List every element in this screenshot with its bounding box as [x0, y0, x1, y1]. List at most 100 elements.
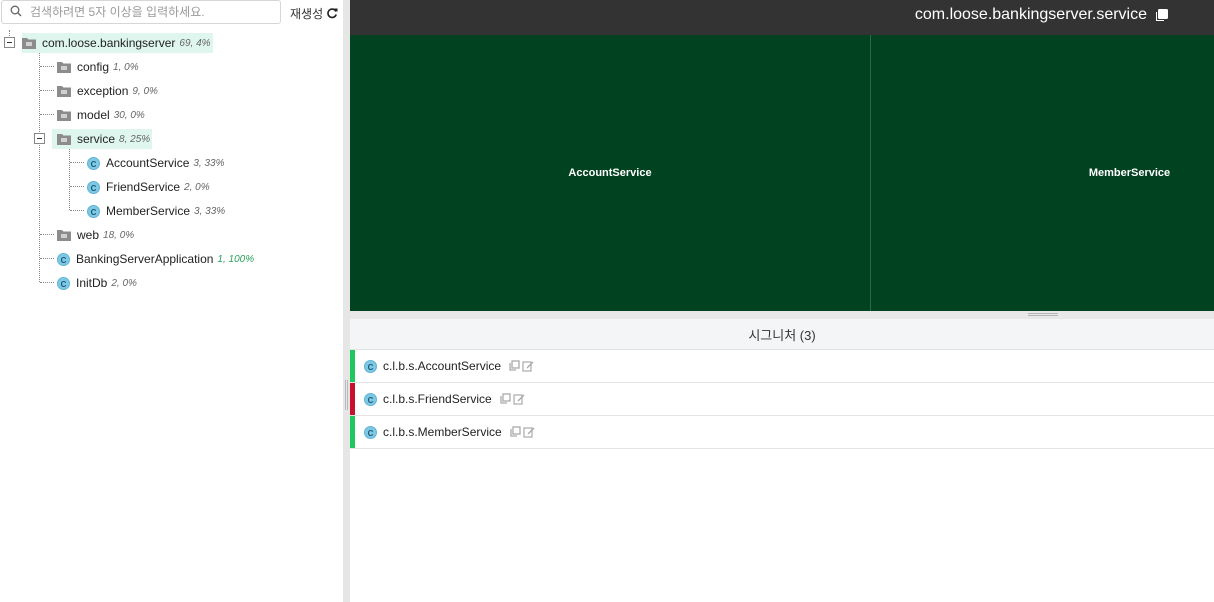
search-icon: [10, 5, 22, 17]
class-icon: C: [364, 425, 377, 439]
signature-row[interactable]: C c.l.b.s.MemberService: [350, 416, 1214, 449]
tree-item-memberservice[interactable]: C MemberService 3, 33%: [87, 201, 227, 221]
tree-item-friendservice[interactable]: C FriendService 2, 0%: [87, 177, 212, 197]
tree-item-web[interactable]: web 18, 0%: [57, 225, 136, 245]
tree-connector: [40, 282, 54, 283]
tree-connector: [40, 258, 54, 259]
status-bar: [350, 416, 355, 448]
folder-icon: [57, 134, 71, 145]
tree-item-label: exception: [77, 84, 129, 98]
package-title: com.loose.bankingserver.service: [914, 6, 1147, 23]
class-icon: C: [87, 204, 100, 218]
tree-connector: [70, 210, 84, 211]
search-box[interactable]: [1, 0, 281, 24]
signature-label: c.l.b.s.MemberService: [383, 425, 502, 439]
tree-item-label: AccountService: [106, 156, 190, 170]
treemap-cell-accountservice[interactable]: AccountService: [350, 35, 870, 311]
tree-connector: [40, 66, 54, 67]
regenerate-button[interactable]: 재생성: [290, 4, 338, 22]
collapse-toggle[interactable]: [34, 133, 45, 144]
treemap-cell-label: MemberService: [1088, 167, 1171, 179]
tree-item-accountservice[interactable]: C AccountService 3, 33%: [87, 153, 227, 173]
edit-icon[interactable]: [513, 393, 525, 405]
status-bar: [350, 350, 355, 382]
class-icon: C: [364, 359, 377, 373]
class-icon: C: [364, 392, 377, 406]
package-tree-panel: 재생성 com.loose.bankingserver 69, 4% confi…: [0, 0, 343, 602]
copy-icon[interactable]: [509, 426, 521, 438]
tree-connector: [40, 90, 54, 91]
status-bar: [350, 383, 355, 415]
tree-item-meta: 8, 25%: [119, 133, 151, 145]
edit-icon[interactable]: [522, 360, 534, 372]
tree-item-label: FriendService: [106, 180, 181, 194]
tree-item-label: config: [77, 60, 110, 74]
tree-connector: [40, 234, 54, 235]
vertical-splitter[interactable]: [343, 0, 350, 602]
tree-item-label: model: [77, 108, 110, 122]
row-actions: [499, 393, 525, 405]
tree-item-meta: 9, 0%: [132, 85, 158, 97]
tree-connector: [40, 114, 54, 115]
signature-row[interactable]: C c.l.b.s.FriendService: [350, 383, 1214, 416]
tree-item-root[interactable]: com.loose.bankingserver 69, 4%: [22, 33, 213, 53]
tree-item-meta: 30, 0%: [113, 109, 145, 121]
copy-icon[interactable]: [499, 393, 511, 405]
class-icon: C: [87, 156, 100, 170]
treemap-cell-memberservice[interactable]: MemberService: [871, 35, 1214, 311]
copy-icon[interactable]: [508, 360, 520, 372]
tree-item-label: service: [77, 132, 116, 146]
treemap-cell-label: AccountService: [568, 167, 652, 179]
header-bar: com.loose.bankingserver.service: [350, 0, 1214, 35]
tree-item-service[interactable]: service 8, 25%: [52, 129, 153, 149]
horizontal-splitter[interactable]: [350, 311, 1214, 319]
detail-panel: com.loose.bankingserver.service AccountS…: [350, 0, 1214, 602]
tree-item-label: com.loose.bankingserver: [42, 36, 176, 50]
tree-item-model[interactable]: model 30, 0%: [57, 105, 147, 125]
tree-item-meta: 2, 0%: [184, 181, 210, 193]
tree-item-label: BankingServerApplication: [76, 252, 214, 266]
collapse-toggle[interactable]: [4, 37, 15, 48]
refresh-icon: [327, 8, 338, 19]
tree-connector: [69, 146, 70, 210]
folder-icon: [57, 86, 71, 97]
folder-icon: [57, 230, 71, 241]
treemap: AccountService MemberService: [350, 35, 1214, 311]
tree-item-meta: 3, 33%: [193, 157, 225, 169]
edit-icon[interactable]: [523, 426, 535, 438]
tree-item-label: web: [77, 228, 100, 242]
search-row: 재생성: [0, 0, 343, 26]
tree-item-config[interactable]: config 1, 0%: [57, 57, 141, 77]
row-actions: [509, 426, 535, 438]
splitter-grip[interactable]: [1028, 313, 1058, 316]
tree-item-initdb[interactable]: C InitDb 2, 0%: [57, 273, 139, 293]
tree-connector: [70, 162, 84, 163]
tree-item-exception[interactable]: exception 9, 0%: [57, 81, 160, 101]
copy-icon[interactable]: [1153, 8, 1169, 24]
search-input[interactable]: [30, 2, 275, 22]
tree-item-meta: 1, 0%: [113, 61, 139, 73]
tree-item-bankingserverapplication[interactable]: C BankingServerApplication 1, 100%: [57, 249, 256, 269]
class-icon: C: [87, 180, 100, 194]
tree-item-meta: 69, 4%: [179, 37, 211, 49]
splitter-grip[interactable]: [345, 380, 348, 410]
signature-title: 시그니처 (3): [748, 327, 816, 343]
tree-item-meta: 18, 0%: [103, 229, 135, 241]
tree-item-meta: 3, 33%: [194, 205, 226, 217]
tree-connector: [70, 186, 84, 187]
tree-item-meta: 2, 0%: [111, 277, 137, 289]
signature-label: c.l.b.s.AccountService: [383, 359, 502, 373]
row-actions: [508, 360, 534, 372]
folder-icon: [22, 38, 36, 49]
tree-item-label: MemberService: [106, 204, 191, 218]
signature-header: 시그니처 (3): [350, 319, 1214, 350]
class-icon: C: [57, 276, 70, 290]
signature-row[interactable]: C c.l.b.s.AccountService: [350, 350, 1214, 383]
class-icon: C: [57, 252, 70, 266]
folder-icon: [57, 62, 71, 73]
signature-label: c.l.b.s.FriendService: [383, 392, 492, 406]
tree-item-meta: 1, 100%: [217, 253, 255, 265]
tree-connector: [39, 52, 40, 282]
folder-icon: [57, 110, 71, 121]
tree-item-label: InitDb: [76, 276, 108, 290]
